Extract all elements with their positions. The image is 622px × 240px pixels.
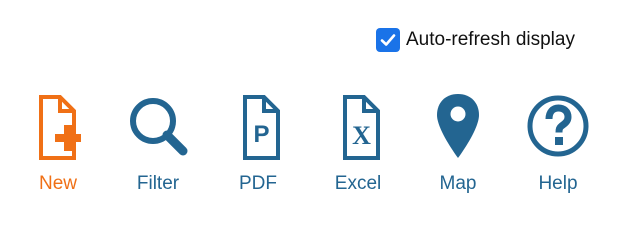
excel-label: Excel xyxy=(334,173,382,194)
magnifier-icon xyxy=(130,98,188,156)
svg-text:P: P xyxy=(253,121,269,148)
svg-text:X: X xyxy=(352,121,371,150)
map-pin-icon xyxy=(437,94,479,158)
pdf-label: PDF xyxy=(239,173,277,194)
filter-button[interactable]: Filter xyxy=(113,92,203,196)
pdf-button[interactable]: P PDF xyxy=(213,92,303,196)
help-label: Help xyxy=(538,173,578,194)
new-label: New xyxy=(38,173,77,194)
checkbox-checked-icon[interactable] xyxy=(376,28,400,52)
excel-button[interactable]: X Excel xyxy=(313,92,403,196)
help-button[interactable]: Help xyxy=(513,92,603,196)
filter-label: Filter xyxy=(136,173,180,194)
excel-file-icon: X xyxy=(343,95,380,160)
auto-refresh-label: Auto-refresh display xyxy=(406,29,575,50)
help-circle-icon xyxy=(527,95,589,157)
auto-refresh-checkbox[interactable]: Auto-refresh display xyxy=(376,28,575,52)
new-button[interactable]: New xyxy=(13,92,103,196)
map-label: Map xyxy=(439,173,477,194)
map-button[interactable]: Map xyxy=(413,92,503,196)
pdf-file-icon: P xyxy=(243,95,280,160)
new-file-icon xyxy=(39,95,81,160)
toolbar: New Filter P PDF X Excel Map Help xyxy=(0,92,622,202)
